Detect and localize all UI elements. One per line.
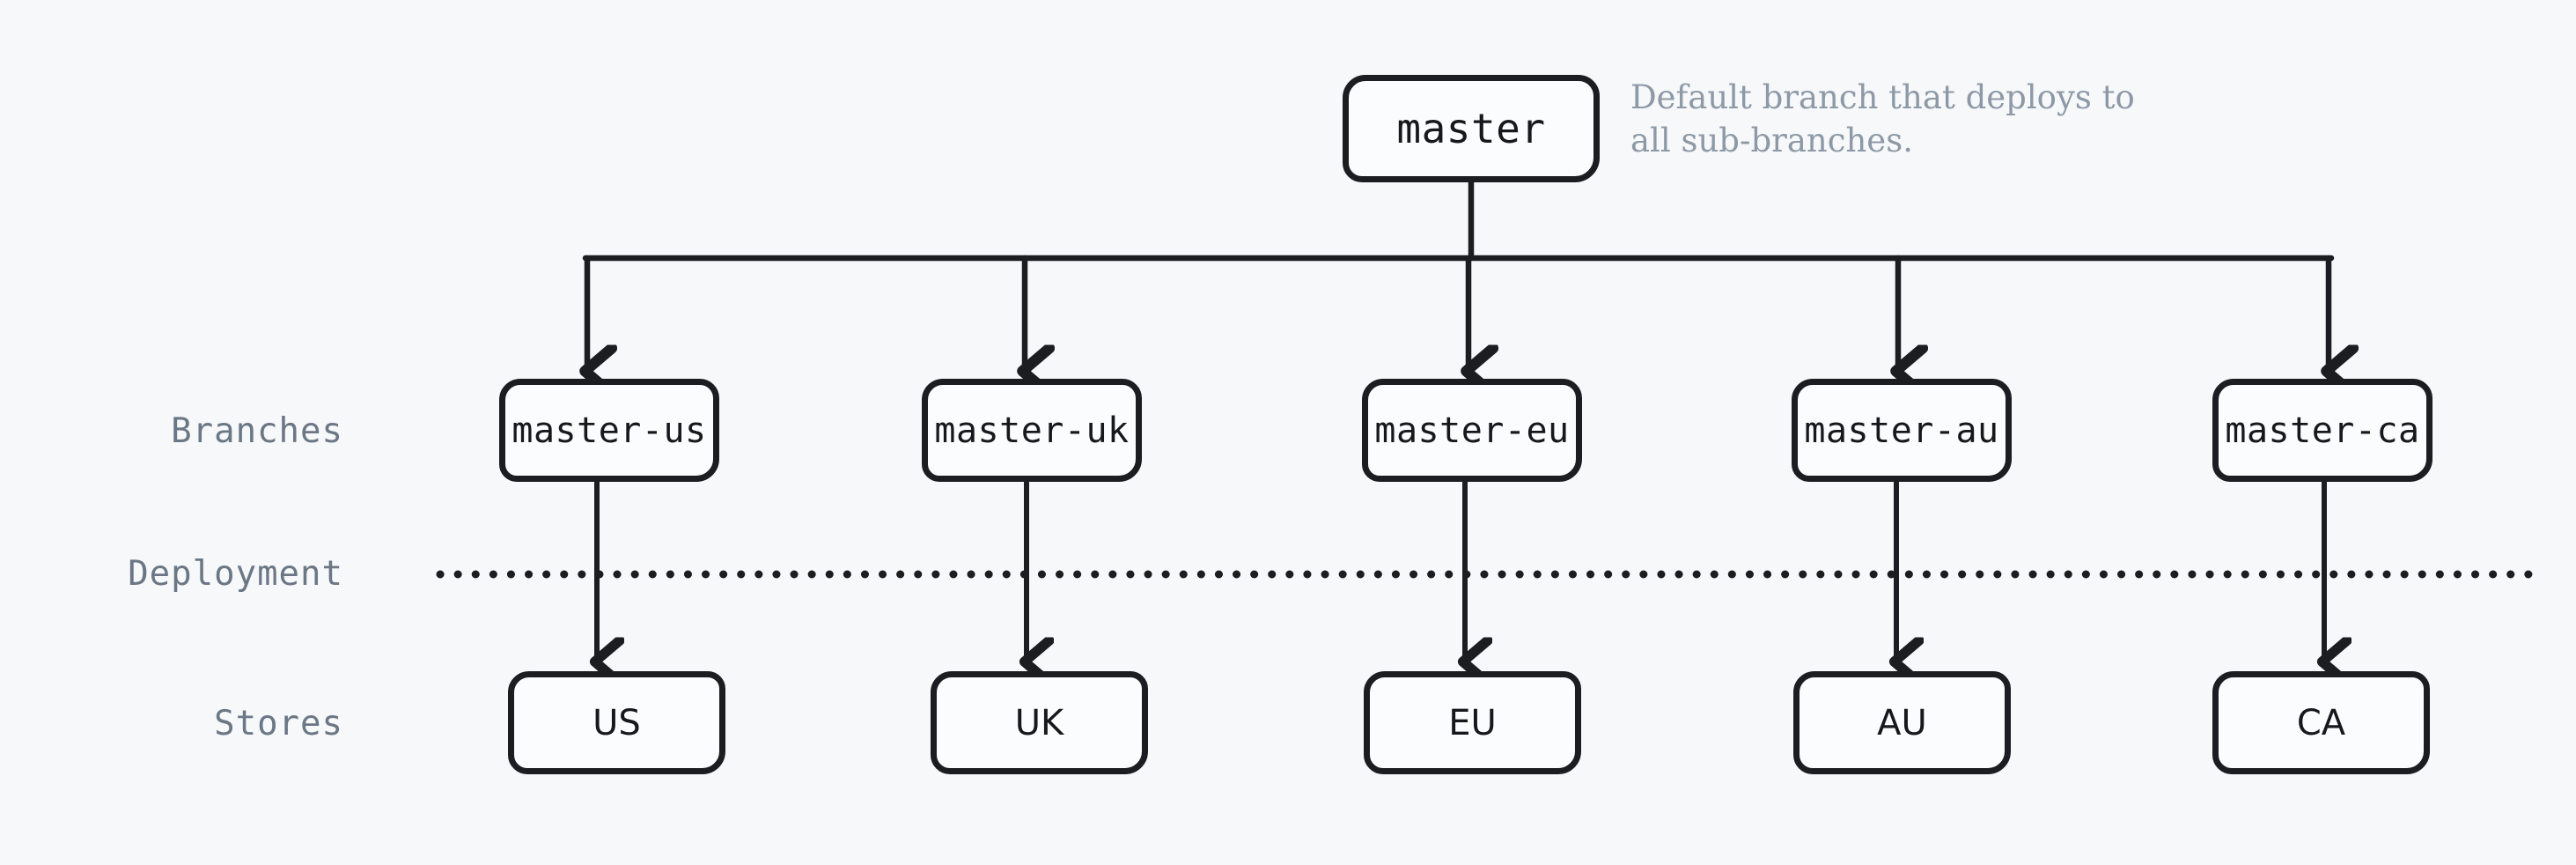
master-annotation-line-2: all sub-branches. xyxy=(1630,121,1913,159)
node-store-eu[interactable]: EU xyxy=(1364,671,1581,774)
node-store-eu-label: EU xyxy=(1448,702,1497,743)
node-master-us[interactable]: master-us xyxy=(499,379,719,482)
row-label-stores: Stores xyxy=(214,704,343,743)
node-master-au[interactable]: master-au xyxy=(1792,379,2012,482)
node-master-uk[interactable]: master-uk xyxy=(922,379,1142,482)
node-master[interactable]: master xyxy=(1343,75,1600,182)
row-label-branches: Branches xyxy=(171,411,343,451)
node-store-ca-label: CA xyxy=(2296,702,2346,743)
node-master-ca-label: master-ca xyxy=(2225,410,2420,451)
node-store-us-label: US xyxy=(592,702,641,743)
node-master-label: master xyxy=(1396,105,1546,152)
node-store-uk[interactable]: UK xyxy=(931,671,1148,774)
master-annotation-line-1: Default branch that deploys to xyxy=(1630,78,2135,116)
node-master-au-label: master-au xyxy=(1804,410,1999,451)
master-annotation: Default branch that deploys to all sub-b… xyxy=(1630,77,2203,163)
node-master-eu[interactable]: master-eu xyxy=(1362,379,1582,482)
node-store-us[interactable]: US xyxy=(508,671,725,774)
node-master-uk-label: master-uk xyxy=(934,410,1130,451)
node-store-ca[interactable]: CA xyxy=(2212,671,2430,774)
node-store-uk-label: UK xyxy=(1014,702,1064,743)
node-store-au[interactable]: AU xyxy=(1793,671,2011,774)
diagram-canvas: master Default branch that deploys to al… xyxy=(0,0,2576,865)
node-master-us-label: master-us xyxy=(512,410,707,451)
node-master-ca[interactable]: master-ca xyxy=(2212,379,2432,482)
row-label-deployment: Deployment xyxy=(128,554,343,594)
node-store-au-label: AU xyxy=(1877,702,1927,743)
node-master-eu-label: master-eu xyxy=(1374,410,1570,451)
